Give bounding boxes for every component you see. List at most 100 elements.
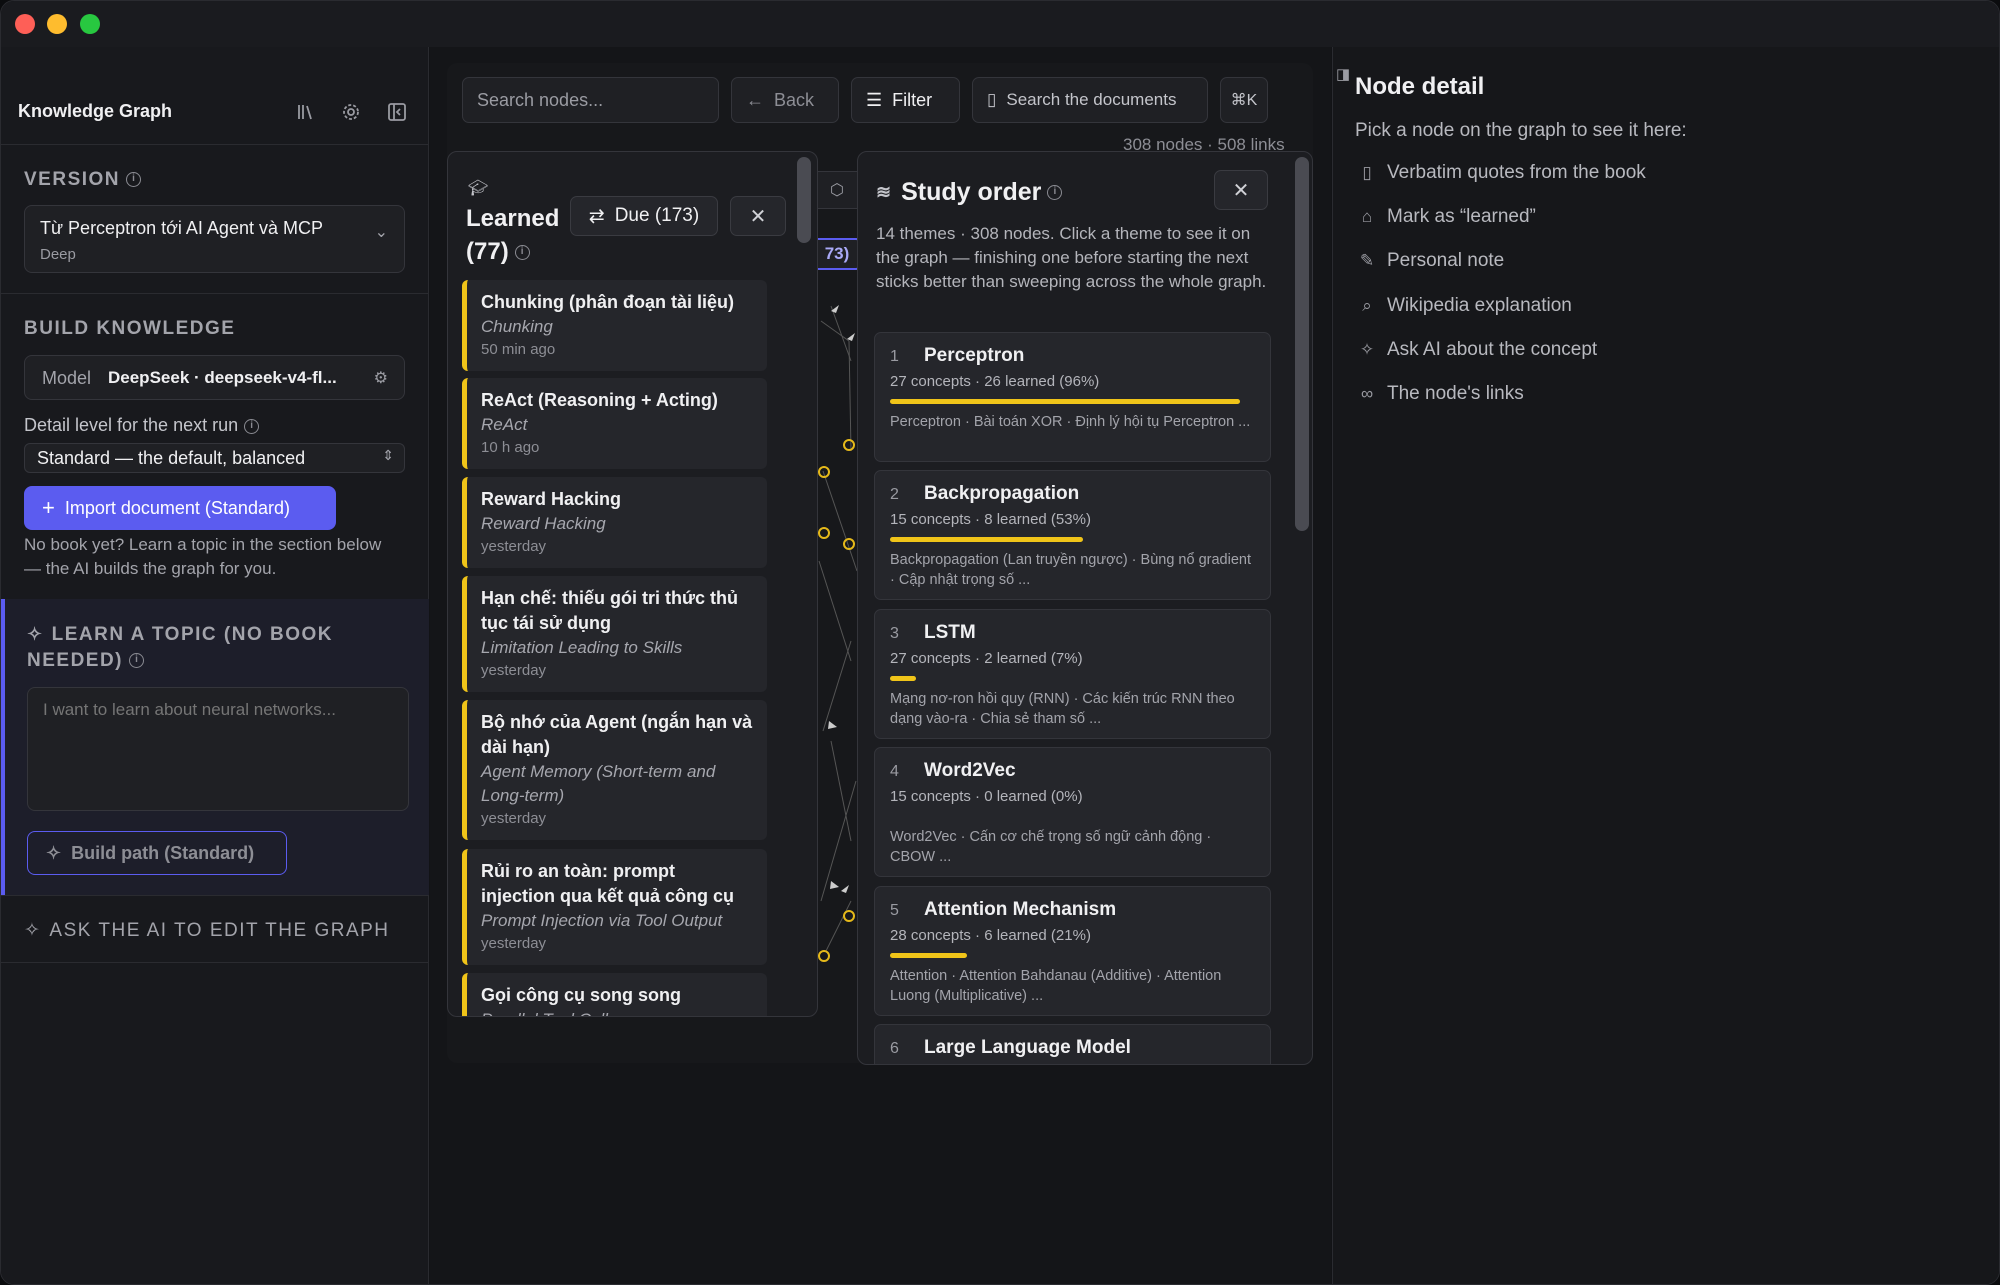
theme-card[interactable]: 6 Large Language Model (874, 1024, 1271, 1064)
scrollbar[interactable] (797, 157, 811, 243)
model-selector[interactable]: Model DeepSeek · deepseek-v4-fl... ⚙ (24, 355, 405, 400)
model-settings-gear-icon[interactable]: ⚙ (374, 368, 388, 388)
version-select[interactable]: Từ Perceptron tới AI Agent và MCP Deep ⌄ (24, 205, 405, 273)
learned-item[interactable]: Reward Hacking Reward Hacking yesterday (462, 477, 767, 568)
version-selected: Từ Perceptron tới AI Agent và MCP (40, 218, 323, 238)
graph-node[interactable] (818, 527, 830, 539)
model-value: DeepSeek · deepseek-v4-fl... (108, 368, 337, 387)
learned-item[interactable]: Rủi ro an toàn: prompt injection qua kết… (462, 849, 767, 965)
ask-ai-edit-graph[interactable]: ✧ ASK THE AI TO EDIT THE GRAPH (24, 919, 390, 942)
detail-level-value: Standard — the default, balanced (37, 448, 306, 468)
learned-item[interactable]: Hạn chế: thiếu gói tri thức thủ tục tái … (462, 576, 767, 692)
info-icon: i (244, 418, 260, 434)
detail-item: ⌂ Mark as “learned” (1355, 206, 1536, 228)
node-detail-intro: Pick a node on the graph to see it here: (1355, 120, 1687, 141)
progress-bar (890, 537, 1084, 542)
build-path-button[interactable]: ✧ Build path (Standard) (27, 831, 287, 875)
app-window: Knowledge Graph VERSION i Từ Perceptron t… (0, 0, 2000, 1285)
learned-item[interactable]: Gọi công cụ song songParallel Tool Calls (462, 973, 767, 1016)
graduation-cap-icon: 🎓︎ (468, 180, 489, 197)
graduation-cap-icon: ⌂ (1361, 207, 1373, 226)
detail-item: ∞ The node's links (1355, 383, 1524, 405)
info-icon: i (129, 653, 145, 669)
node-detail-panel (1332, 47, 1999, 1284)
progress-bar (890, 953, 967, 958)
due-count-peek[interactable]: 73) (811, 238, 863, 270)
command-k-shortcut[interactable]: ⌘K (1220, 77, 1268, 123)
detail-level-label: Detail level for the next run i (24, 415, 260, 436)
progress-bar (890, 399, 1241, 404)
arrow-left-icon: ← (746, 89, 764, 110)
note-edit-icon: ✎ (1359, 251, 1375, 270)
theme-card[interactable]: 4 Word2Vec 15 concepts · 0 learned (0%) W… (874, 747, 1271, 877)
import-document-label: Import document (Standard) (64, 497, 290, 518)
layers-icon: ≋ (876, 182, 892, 202)
back-button[interactable]: ← Back (731, 77, 839, 123)
import-document-button[interactable]: + Import document (Standard) (24, 486, 336, 530)
learned-item[interactable]: Bộ nhớ của Agent (ngắn hạn và dài hạn) Ag… (462, 700, 767, 840)
node-detail-title: Node detail (1355, 73, 1485, 100)
build-knowledge-heading: BUILD KNOWLEDGE (24, 318, 236, 339)
repeat-icon: ⇄ (588, 205, 605, 227)
sparkles-icon: ✧ (1359, 340, 1375, 359)
version-mode: Deep (40, 246, 76, 263)
title-bar (1, 1, 1999, 47)
detail-item: ⌕ Wikipedia explanation (1355, 295, 1572, 317)
theme-card[interactable]: 1 Perceptron 27 concepts · 26 learned (96… (874, 332, 1271, 462)
detail-item: ▯ Verbatim quotes from the book (1355, 162, 1645, 184)
graph-node[interactable] (818, 950, 830, 962)
detail-item: ✎ Personal note (1355, 250, 1504, 272)
close-study-panel-icon[interactable]: ✕ (1214, 170, 1268, 210)
detail-item: ✧ Ask AI about the concept (1355, 339, 1597, 361)
box-3d-icon[interactable]: ⬡ (811, 171, 863, 209)
panel-toggle-icon[interactable]: ◨ (1336, 65, 1350, 83)
sparkles-icon: ✧ (46, 842, 62, 863)
version-heading: VERSION i (24, 169, 142, 191)
study-order-title: ≋ Study order i (876, 178, 1063, 207)
theme-card[interactable]: 3 LSTM 27 concepts · 2 learned (7%) Mạng … (874, 609, 1271, 739)
close-window-button[interactable] (15, 14, 35, 34)
graph-node[interactable] (843, 910, 855, 922)
detail-level-select[interactable]: Standard — the default, balanced ⇕ (24, 443, 405, 473)
chevron-down-icon: ⌄ (374, 224, 388, 241)
zoom-window-button[interactable] (80, 14, 100, 34)
model-label: Model (42, 368, 92, 388)
sparkles-icon: ✧ (24, 920, 42, 941)
library-icon[interactable] (288, 94, 324, 130)
graph-edges (818, 305, 858, 952)
learned-item[interactable]: Chunking (phân đoạn tài liệu) Chunking 50 … (462, 280, 767, 371)
no-book-hint: No book yet? Learn a topic in the sectio… (24, 535, 382, 578)
updown-chevron-icon: ⇕ (382, 447, 394, 463)
app-title: Knowledge Graph (18, 101, 173, 121)
due-button[interactable]: ⇄ Due (173) (570, 196, 718, 236)
graph-node[interactable] (843, 439, 855, 451)
sparkles-icon: ✧ (27, 624, 44, 644)
learned-panel: 🎓︎ Learned (77) i ⇄ Due (173) ✕ Chunking (… (447, 151, 818, 1017)
topic-input[interactable] (27, 687, 409, 811)
search-documents-button[interactable]: ▯ Search the documents (972, 77, 1208, 123)
learned-item[interactable]: ReAct (Reasoning + Acting) ReAct 10 h ago (462, 378, 767, 469)
theme-card[interactable]: 5 Attention Mechanism 28 concepts · 6 lea… (874, 886, 1271, 1016)
settings-gear-icon[interactable] (333, 94, 369, 130)
search-icon: ⌕ (1362, 296, 1372, 315)
filter-button[interactable]: ☰ Filter (851, 77, 960, 123)
sliders-icon: ☰ (866, 89, 883, 110)
study-order-panel: ≋ Study order i ✕ 14 themes · 308 nodes. C… (857, 151, 1313, 1065)
study-description: 14 themes · 308 nodes. Click a theme to … (876, 224, 1267, 291)
info-icon: i (514, 245, 530, 261)
scrollbar[interactable] (1295, 157, 1309, 531)
learn-topic-section: ✧LEARN A TOPIC (NO BOOK NEEDED)i ✧Build … (1, 599, 429, 895)
collapse-sidebar-icon[interactable] (379, 94, 415, 130)
theme-card[interactable]: 2 Backpropagation 15 concepts · 8 learned… (874, 470, 1271, 600)
graph-node[interactable] (818, 466, 830, 478)
info-icon: i (126, 172, 142, 188)
book-icon: ▯ (987, 90, 997, 109)
book-icon: ▯ (1362, 163, 1372, 182)
graph-node[interactable] (843, 538, 855, 550)
progress-bar (890, 676, 916, 681)
search-nodes-input[interactable]: Search nodes... (462, 77, 719, 123)
learned-title: Learned (77) i (466, 205, 560, 265)
minimize-window-button[interactable] (47, 14, 67, 34)
close-learned-panel-icon[interactable]: ✕ (730, 196, 786, 236)
link-icon: ∞ (1360, 384, 1374, 403)
